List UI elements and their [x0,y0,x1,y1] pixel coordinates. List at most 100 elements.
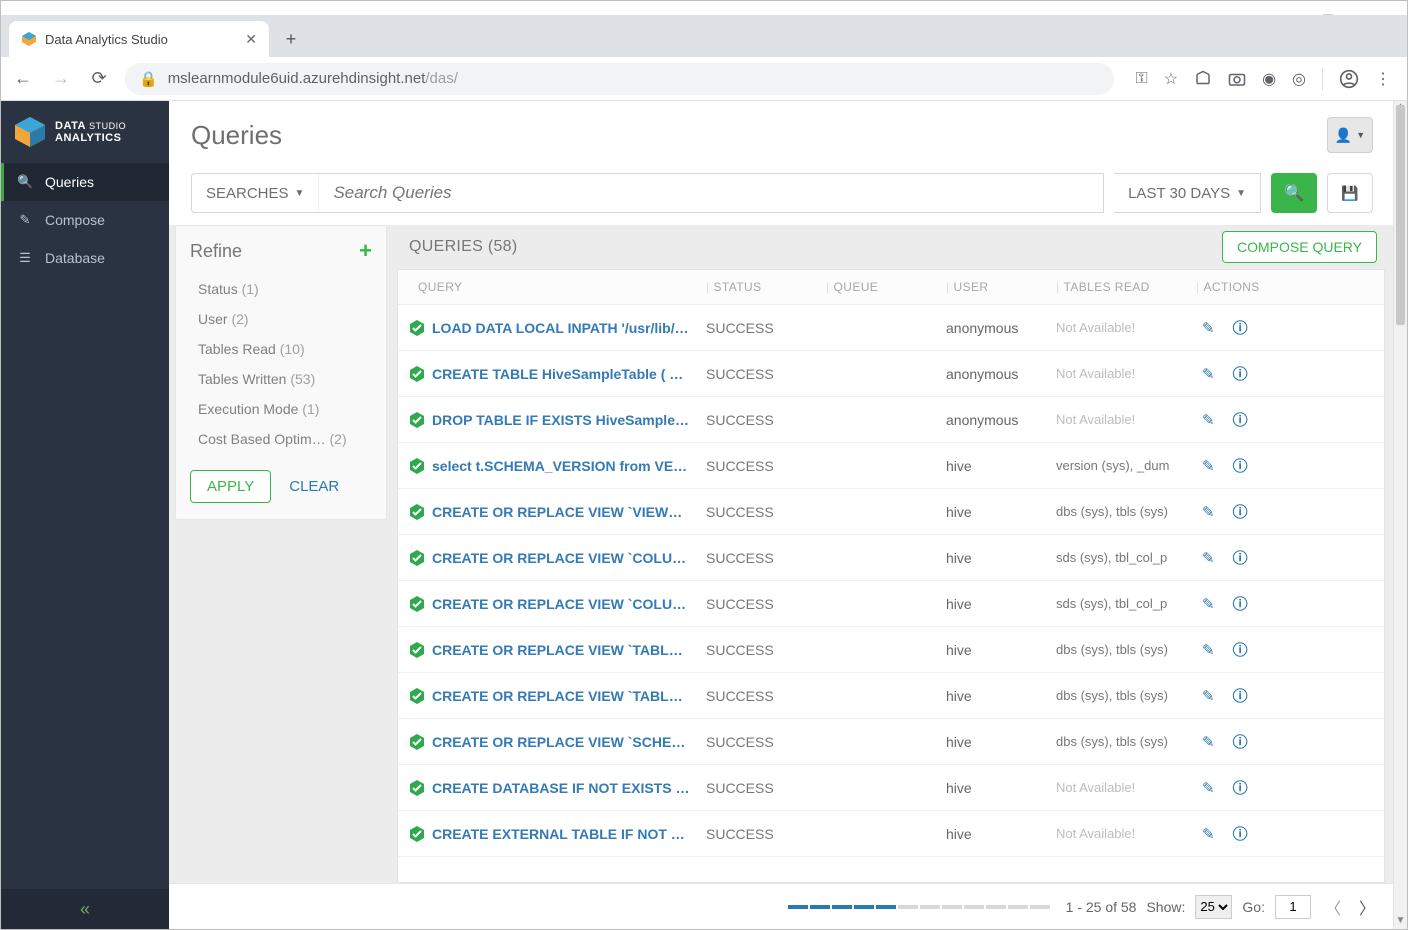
cast-icon[interactable] [1194,70,1212,88]
compose-query-button[interactable]: COMPOSE QUERY [1222,231,1377,263]
edit-action-icon[interactable]: ✎ [1202,733,1215,751]
query-link[interactable]: LOAD DATA LOCAL INPATH '/usr/lib/exa… [432,320,690,336]
star-icon[interactable]: ☆ [1164,69,1178,89]
edit-action-icon[interactable]: ✎ [1202,595,1215,613]
info-action-icon[interactable]: ⓘ [1233,685,1248,706]
extension-dot-icon[interactable]: ◉ [1262,69,1276,89]
apply-button[interactable]: APPLY [190,470,271,503]
new-tab-button[interactable]: + [275,23,307,55]
pager-go-input[interactable] [1275,895,1311,919]
edit-action-icon[interactable]: ✎ [1202,503,1215,521]
refine-item[interactable]: Execution Mode (1) [176,394,386,424]
refine-item[interactable]: User (2) [176,304,386,334]
vertical-scrollbar[interactable]: ▲ ▼ [1393,101,1407,929]
sidebar-collapse-button[interactable]: « [1,889,169,929]
info-action-icon[interactable]: ⓘ [1233,639,1248,660]
success-badge-icon [408,641,426,659]
export-button[interactable]: 💾 [1327,173,1373,213]
edit-action-icon[interactable]: ✎ [1202,549,1215,567]
info-action-icon[interactable]: ⓘ [1233,455,1248,476]
query-link[interactable]: CREATE OR REPLACE VIEW `TABLES… [432,688,690,704]
cell-status: SUCCESS [698,402,818,438]
query-link[interactable]: CREATE OR REPLACE VIEW `COLUM… [432,550,690,566]
refine-add-button[interactable]: + [359,238,372,264]
sidebar-item-database[interactable]: ☰ Database [1,239,169,277]
edit-action-icon[interactable]: ✎ [1202,319,1215,337]
info-action-icon[interactable]: ⓘ [1233,363,1248,384]
favicon-icon [21,31,37,47]
refine-item[interactable]: Tables Written (53) [176,364,386,394]
query-link[interactable]: CREATE TABLE HiveSampleTable ( Clie… [432,366,690,382]
key-icon[interactable]: ⚿ [1136,70,1148,88]
address-bar[interactable]: 🔒 mslearnmodule6uid.azurehdinsight.net/d… [125,63,1114,95]
info-action-icon[interactable]: ⓘ [1233,409,1248,430]
back-button[interactable]: ← [11,67,35,91]
col-status[interactable]: |STATUS [698,270,818,304]
forward-button[interactable]: → [49,67,73,91]
scroll-down-icon[interactable]: ▼ [1394,915,1407,929]
user-menu-button[interactable]: 👤▼ [1327,117,1373,153]
query-link[interactable]: CREATE OR REPLACE VIEW `SCHEM… [432,734,690,750]
date-range-dropdown[interactable]: LAST 30 DAYS ▼ [1114,173,1261,213]
kebab-menu-icon[interactable]: ⋮ [1375,69,1391,89]
refine-item[interactable]: Status (1) [176,274,386,304]
sidebar-item-compose[interactable]: ✎ Compose [1,201,169,239]
info-action-icon[interactable]: ⓘ [1233,823,1248,844]
info-action-icon[interactable]: ⓘ [1233,547,1248,568]
browser-tab-active[interactable]: Data Analytics Studio ✕ [9,21,269,57]
info-action-icon[interactable]: ⓘ [1233,777,1248,798]
reload-button[interactable]: ⟳ [87,67,111,91]
edit-action-icon[interactable]: ✎ [1202,687,1215,705]
search-button[interactable]: 🔍 [1271,173,1317,213]
cell-queue [818,732,938,752]
success-badge-icon [408,825,426,843]
refine-item-count: (53) [290,371,315,387]
search-input[interactable] [319,174,1103,212]
col-tables-read[interactable]: |TABLES READ [1048,270,1188,304]
cell-user: hive [938,816,1048,852]
query-link[interactable]: select t.SCHEMA_VERSION from VERS… [432,458,690,474]
query-link[interactable]: CREATE OR REPLACE VIEW `VIEWS` … [432,504,690,520]
cell-queue [818,778,938,798]
profile-icon[interactable] [1339,69,1359,89]
cell-actions: ✎ⓘ [1188,399,1288,440]
cell-user: hive [938,494,1048,530]
pager-show-select[interactable]: 25 [1195,895,1232,919]
cell-queue [818,594,938,614]
queries-grid: QUERY |STATUS |QUEUE |USER |TABLES READ … [397,269,1385,883]
info-action-icon[interactable]: ⓘ [1233,317,1248,338]
page-title: Queries [191,120,282,151]
edit-action-icon[interactable]: ✎ [1202,779,1215,797]
query-link[interactable]: DROP TABLE IF EXISTS HiveSampleTa… [432,412,690,428]
refine-title: Refine [190,241,242,262]
query-link[interactable]: CREATE OR REPLACE VIEW `COLUM… [432,596,690,612]
col-query[interactable]: QUERY [398,270,698,304]
edit-action-icon[interactable]: ✎ [1202,825,1215,843]
edit-action-icon[interactable]: ✎ [1202,411,1215,429]
query-link[interactable]: CREATE OR REPLACE VIEW `TABLE_… [432,642,690,658]
query-link[interactable]: CREATE EXTERNAL TABLE IF NOT EX… [432,826,690,842]
searches-dropdown[interactable]: SEARCHES ▼ [192,174,319,212]
col-user[interactable]: |USER [938,270,1048,304]
scrollbar-thumb[interactable] [1396,105,1405,325]
col-queue[interactable]: |QUEUE [818,270,938,304]
pager-prev[interactable]: 〈 [1321,895,1345,919]
camera-icon[interactable] [1228,71,1246,87]
save-icon: 💾 [1341,185,1358,202]
edit-action-icon[interactable]: ✎ [1202,365,1215,383]
table-row: CREATE OR REPLACE VIEW `SCHEM…SUCCESShiv… [398,719,1384,765]
close-tab-icon[interactable]: ✕ [245,31,257,48]
query-link[interactable]: CREATE DATABASE IF NOT EXISTS IN… [432,780,690,796]
info-action-icon[interactable]: ⓘ [1233,501,1248,522]
pager-next[interactable]: 〉 [1355,895,1379,919]
extension-circle-icon[interactable]: ◎ [1292,69,1306,89]
edit-action-icon[interactable]: ✎ [1202,641,1215,659]
refine-item[interactable]: Tables Read (10) [176,334,386,364]
info-action-icon[interactable]: ⓘ [1233,593,1248,614]
refine-item[interactable]: Cost Based Optim… (2) [176,424,386,454]
sidebar-item-queries[interactable]: 🔍 Queries [1,163,169,201]
info-action-icon[interactable]: ⓘ [1233,731,1248,752]
edit-action-icon[interactable]: ✎ [1202,457,1215,475]
sidebar: DATA STUDIO ANALYTICS 🔍 Queries ✎ Compos… [1,101,169,929]
clear-button[interactable]: CLEAR [283,470,345,503]
